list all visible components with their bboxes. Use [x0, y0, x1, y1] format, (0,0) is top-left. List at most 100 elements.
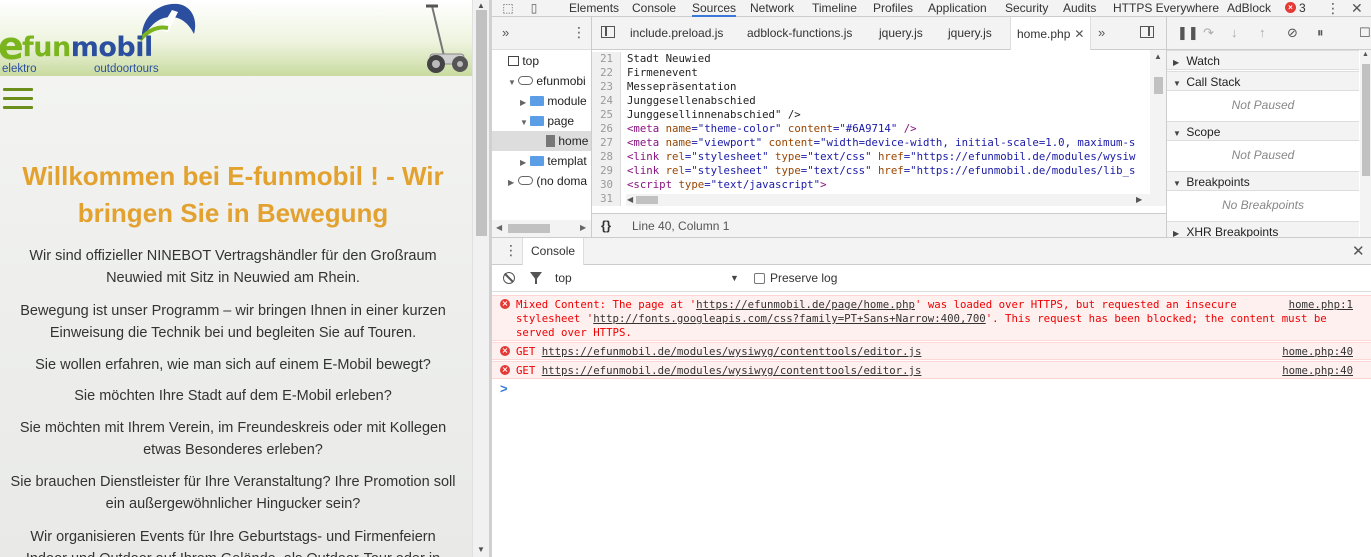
pause-icon[interactable]: ❚❚: [1177, 25, 1199, 40]
debugger-scrollbar[interactable]: ▲: [1360, 50, 1371, 237]
line-number[interactable]: 22: [592, 66, 621, 80]
pane-scope[interactable]: ▼ Scope: [1167, 121, 1359, 141]
tree-item-templates[interactable]: ▶ templat: [492, 151, 591, 173]
error-count[interactable]: 3: [1299, 0, 1306, 16]
collapse-triangle-icon[interactable]: ▶: [520, 93, 530, 113]
tree-item-top[interactable]: top: [492, 51, 591, 71]
tab-https-everywhere[interactable]: HTTPS Everywhere: [1113, 0, 1219, 17]
scroll-up-arrow-icon[interactable]: ▲: [477, 1, 485, 10]
pane-watch[interactable]: ▶ Watch: [1167, 50, 1359, 70]
tab-audits[interactable]: Audits: [1063, 0, 1096, 17]
drawer-close-icon[interactable]: ✕: [1352, 242, 1365, 260]
inspect-element-icon[interactable]: ⬚: [500, 1, 516, 15]
code-line[interactable]: 25 Junggesellinnenabschied" />: [592, 108, 1152, 122]
collapse-triangle-icon[interactable]: ▶: [520, 153, 530, 173]
navigator-more-tabs-icon[interactable]: »: [502, 25, 509, 40]
code-line[interactable]: 24 Junggesellenabschied: [592, 94, 1152, 108]
message-source-link[interactable]: home.php:40: [1282, 345, 1353, 359]
tree-item-no-domain[interactable]: ▶ (no doma: [492, 171, 591, 193]
editor-tab[interactable]: adblock-functions.js: [747, 26, 852, 40]
step-over-icon[interactable]: ↷: [1203, 25, 1214, 40]
toggle-debugger-icon[interactable]: [1140, 26, 1154, 38]
tab-security[interactable]: Security: [1005, 0, 1048, 17]
navigator-scrollbar-thumb[interactable]: [508, 224, 550, 233]
code-line[interactable]: 23 Messepräsentation: [592, 80, 1152, 94]
async-checkbox-icon[interactable]: ☐: [1359, 25, 1371, 40]
pretty-print-button[interactable]: {}: [601, 218, 611, 233]
tab-network[interactable]: Network: [750, 0, 794, 17]
message-url-link[interactable]: https://efunmobil.de/modules/wysiwyg/con…: [542, 364, 922, 377]
navigator-scrollbar[interactable]: ◀ ▶: [492, 220, 591, 237]
tab-profiles[interactable]: Profiles: [873, 0, 913, 17]
close-tab-icon[interactable]: ✕: [1074, 27, 1084, 41]
message-url-link[interactable]: http://fonts.googleapis.com/css?family=P…: [593, 312, 986, 325]
message-source-link[interactable]: home.php:40: [1282, 364, 1353, 378]
step-into-icon[interactable]: ↓: [1231, 25, 1238, 40]
scroll-right-arrow-icon[interactable]: ▶: [580, 223, 586, 232]
editor-tab-active[interactable]: home.php ✕: [1010, 17, 1092, 50]
console-prompt[interactable]: >: [500, 381, 508, 396]
page-scrollbar[interactable]: ▲ ▼: [472, 0, 489, 557]
line-number[interactable]: 25: [592, 108, 621, 122]
step-out-icon[interactable]: ↑: [1259, 25, 1266, 40]
editor-vertical-scrollbar[interactable]: ▲: [1150, 50, 1166, 206]
tab-timeline[interactable]: Timeline: [812, 0, 857, 17]
scroll-left-arrow-icon[interactable]: ◀: [496, 223, 502, 232]
clear-console-icon[interactable]: [503, 272, 515, 284]
deactivate-breakpoints-icon[interactable]: ⊘: [1287, 25, 1298, 40]
tab-adblock[interactable]: AdBlock: [1227, 0, 1271, 17]
code-line[interactable]: 30 <script type="text/javascript">: [592, 178, 1152, 192]
scroll-right-arrow-icon[interactable]: ▶: [1136, 195, 1142, 204]
editor-tab[interactable]: jquery.js: [948, 26, 992, 40]
line-number[interactable]: 27: [592, 136, 621, 150]
message-url-link[interactable]: https://efunmobil.de/modules/wysiwyg/con…: [542, 345, 922, 358]
pause-on-exceptions-icon[interactable]: ⏸: [1317, 25, 1324, 40]
line-number[interactable]: 29: [592, 164, 621, 178]
line-number[interactable]: 24: [592, 94, 621, 108]
expand-triangle-icon[interactable]: ▼: [520, 113, 530, 133]
line-number[interactable]: 23: [592, 80, 621, 94]
line-number[interactable]: 30: [592, 178, 621, 192]
expand-triangle-icon[interactable]: ▼: [508, 73, 518, 93]
scroll-down-arrow-icon[interactable]: ▼: [477, 545, 485, 554]
tree-item-modules[interactable]: ▶ module: [492, 91, 591, 113]
code-line[interactable]: 29 <link rel="stylesheet" type="text/css"…: [592, 164, 1152, 178]
tree-item-efunmobil[interactable]: ▼ efunmobi: [492, 71, 591, 93]
tab-elements[interactable]: Elements: [569, 0, 619, 17]
page-scrollbar-thumb[interactable]: [476, 10, 487, 236]
code-line[interactable]: 28 <link rel="stylesheet" type="text/css"…: [592, 150, 1152, 164]
code-line[interactable]: 26 <meta name="theme-color" content="#6A9…: [592, 122, 1152, 136]
more-tabs-icon[interactable]: »: [1098, 25, 1105, 40]
editor-hscroll-thumb[interactable]: [636, 196, 658, 204]
console-error-message[interactable]: × GET https://efunmobil.de/modules/wysiwy…: [492, 361, 1371, 379]
hamburger-menu-icon[interactable]: [3, 88, 33, 112]
message-url-link[interactable]: https://efunmobil.de/page/home.php: [696, 298, 915, 311]
code-line[interactable]: 21 Stadt Neuwied: [592, 52, 1152, 66]
debugger-scrollbar-thumb[interactable]: [1362, 64, 1370, 176]
devtools-close-icon[interactable]: ✕: [1351, 0, 1363, 16]
editor-horizontal-scrollbar[interactable]: ◀ ▶: [626, 194, 1150, 206]
editor-tab[interactable]: jquery.js: [879, 26, 923, 40]
context-select[interactable]: top ▼: [552, 269, 742, 288]
filter-icon[interactable]: [530, 272, 542, 284]
tab-console[interactable]: Console: [632, 0, 676, 17]
collapse-triangle-icon[interactable]: ▶: [508, 173, 518, 193]
toggle-navigator-icon[interactable]: [601, 26, 615, 38]
scroll-up-arrow-icon[interactable]: ▲: [1154, 52, 1162, 61]
editor-scrollbar-thumb[interactable]: [1154, 77, 1163, 94]
preserve-log-checkbox[interactable]: [754, 273, 765, 284]
tab-sources[interactable]: Sources: [692, 0, 737, 17]
tree-item-home[interactable]: home: [492, 131, 591, 151]
tab-application[interactable]: Application: [928, 0, 987, 17]
scroll-up-arrow-icon[interactable]: ▲: [1362, 51, 1369, 58]
editor-tab[interactable]: include.preload.js: [630, 26, 723, 40]
tree-item-page[interactable]: ▼ page: [492, 111, 591, 133]
error-badge-icon[interactable]: ×: [1285, 2, 1296, 13]
line-number[interactable]: 31: [592, 192, 621, 206]
preserve-log-label[interactable]: Preserve log: [770, 271, 837, 285]
code-area[interactable]: 21 Stadt Neuwied 22 Firmenevent 23 Messepräse…: [592, 50, 1166, 206]
message-source-link[interactable]: home.php:1: [1289, 298, 1353, 312]
device-mode-icon[interactable]: ▯: [526, 1, 542, 15]
code-line[interactable]: 22 Firmenevent: [592, 66, 1152, 80]
pane-xhr-breakpoints[interactable]: ▶ XHR Breakpoints: [1167, 221, 1359, 237]
